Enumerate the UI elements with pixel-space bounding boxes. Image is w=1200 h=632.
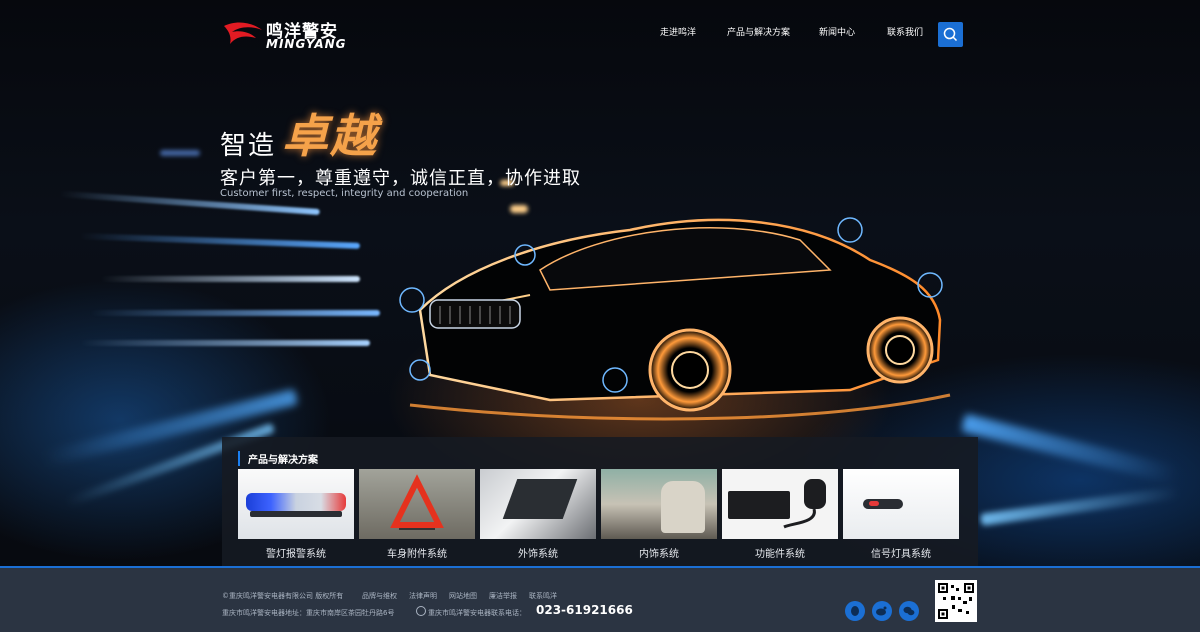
product-card-interior[interactable]: 内饰系统	[601, 469, 717, 564]
product-card-body-accessories[interactable]: 车身附件系统	[359, 469, 475, 564]
wechat-icon	[903, 606, 915, 616]
product-card-exterior[interactable]: 外饰系统	[480, 469, 596, 564]
site-header: 鸣洋警安 MINGYANG 走进鸣洋 产品与解决方案 新闻中心 联系我们	[0, 0, 1200, 66]
motto-en: Customer first, respect, integrity and c…	[220, 188, 469, 199]
weibo-button[interactable]	[872, 601, 892, 621]
wechat-button[interactable]	[899, 601, 919, 621]
weibo-icon	[876, 606, 887, 616]
phone-number: 023-61921666	[536, 603, 633, 617]
nav-item-products[interactable]: 产品与解决方案	[727, 25, 790, 38]
product-label: 外饰系统	[518, 549, 558, 560]
light-streak	[79, 233, 361, 249]
product-label: 车身附件系统	[387, 549, 447, 560]
products-panel-title: 产品与解决方案	[238, 451, 318, 466]
product-image	[238, 469, 354, 539]
motto-cn: 客户第一，尊重遵守，诚信正直，协作进取	[220, 168, 581, 189]
light-streak	[100, 276, 360, 282]
light-streak	[80, 340, 370, 346]
product-image	[601, 469, 717, 539]
qr-code	[935, 580, 977, 622]
footer-link-contact[interactable]: 联系鸣洋	[529, 591, 557, 601]
nav-item-about[interactable]: 走进鸣洋	[660, 25, 696, 38]
logo[interactable]: 鸣洋警安 MINGYANG	[222, 18, 362, 52]
product-image	[480, 469, 596, 539]
product-image	[722, 469, 838, 539]
search-icon	[943, 27, 958, 42]
phone-icon	[416, 606, 426, 616]
product-card-signal-lights[interactable]: 信号灯具系统	[843, 469, 959, 564]
logo-mark-icon	[224, 22, 262, 44]
footer-link-legal[interactable]: 法律声明	[409, 591, 437, 601]
slogan-highlight: 卓越	[282, 109, 378, 163]
qq-icon	[851, 606, 859, 616]
footer-link-report[interactable]: 廉洁举报	[489, 591, 517, 601]
search-button[interactable]	[938, 22, 963, 47]
products-panel: 产品与解决方案 警灯报警系统 车身附件系统 外饰系统 内饰系统 功能件系统 信号…	[222, 437, 978, 567]
light-streak	[961, 413, 1179, 485]
product-label: 警灯报警系统	[266, 549, 326, 560]
product-card-warning-lights[interactable]: 警灯报警系统	[238, 469, 354, 564]
product-image	[843, 469, 959, 539]
product-label: 内饰系统	[639, 549, 679, 560]
ceiling-light	[160, 150, 200, 156]
slogan-main: 智造	[220, 131, 277, 161]
product-image	[359, 469, 475, 539]
phone-label: 重庆市鸣洋警安电器联系电话：	[428, 609, 526, 617]
address-text: 重庆市鸣洋警安电器地址：重庆市南岸区茶园牡丹路6号	[222, 609, 395, 617]
logo-name-en: MINGYANG	[266, 37, 347, 51]
car-illustration	[399, 217, 951, 421]
qq-button[interactable]	[845, 601, 865, 621]
light-streak	[980, 486, 1180, 526]
product-label: 功能件系统	[755, 549, 805, 560]
nav-item-contact[interactable]: 联系我们	[887, 25, 923, 38]
light-streak	[90, 310, 380, 316]
site-footer: ©重庆鸣洋警安电器有限公司 版权所有 品牌与维权 法律声明 网站地图 廉洁举报 …	[0, 566, 1200, 632]
footer-link-sitemap[interactable]: 网站地图	[449, 591, 477, 601]
product-card-functional[interactable]: 功能件系统	[722, 469, 838, 564]
product-label: 信号灯具系统	[871, 549, 931, 560]
footer-link-brand[interactable]: 品牌与维权	[362, 591, 397, 601]
nav-item-news[interactable]: 新闻中心	[819, 25, 855, 38]
copyright-text: ©重庆鸣洋警安电器有限公司 版权所有	[222, 592, 344, 600]
